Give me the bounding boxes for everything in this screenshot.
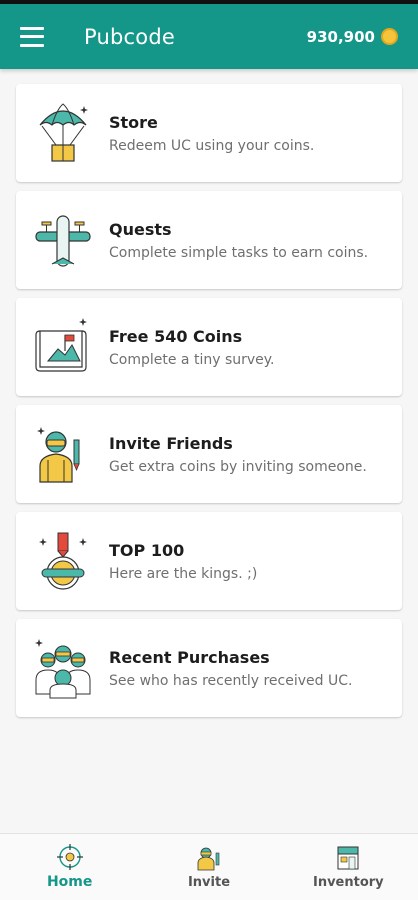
quests-card[interactable]: Quests Complete simple tasks to earn coi…: [16, 191, 402, 289]
nav-invite[interactable]: Invite: [139, 834, 278, 900]
coin-count: 930,900: [306, 27, 375, 46]
card-title: TOP 100: [109, 540, 185, 560]
menu-list: Store Redeem UC using your coins. Quests…: [0, 69, 418, 717]
card-title: Quests: [109, 219, 172, 239]
airplane-icon: [35, 215, 91, 267]
app-bar: Pubcode 930,900: [0, 4, 418, 69]
bottom-navigation: Home Invite Inventory: [0, 833, 418, 900]
menu-icon[interactable]: [20, 26, 44, 47]
card-title: Free 540 Coins: [109, 326, 243, 346]
app-title: Pubcode: [84, 24, 175, 49]
card-subtitle: See who has recently received UC.: [109, 672, 353, 689]
nav-label: Home: [46, 874, 93, 890]
card-title: Recent Purchases: [109, 647, 270, 667]
nav-label: Invite: [187, 874, 231, 890]
coin-balance: 930,900: [307, 28, 398, 46]
card-subtitle: Complete a tiny survey.: [109, 351, 275, 368]
squad-icon: [35, 639, 91, 699]
top-100-card[interactable]: TOP 100 Here are the kings. ;): [16, 512, 402, 610]
soldier-icon: [37, 427, 80, 483]
medal-icon: [39, 532, 87, 590]
invite-friends-card[interactable]: Invite Friends Get extra coins by inviti…: [16, 405, 402, 503]
card-subtitle: Complete simple tasks to earn coins.: [109, 244, 369, 261]
nav-inventory[interactable]: Inventory: [279, 834, 418, 900]
shop-icon: [337, 846, 359, 869]
free-coins-card[interactable]: Free 540 Coins Complete a tiny survey.: [16, 298, 402, 396]
card-subtitle: Get extra coins by inviting someone.: [109, 458, 367, 475]
nav-label: Inventory: [312, 874, 384, 890]
nav-home[interactable]: Home: [0, 834, 139, 900]
card-subtitle: Here are the kings. ;): [109, 565, 258, 582]
map-flag-icon: [35, 318, 87, 372]
soldier-icon: [197, 847, 220, 870]
crosshair-icon: [56, 844, 83, 870]
card-subtitle: Redeem UC using your coins.: [109, 137, 315, 154]
parachute-crate-icon: [39, 103, 88, 162]
card-title: Store: [109, 112, 158, 132]
recent-purchases-card[interactable]: Recent Purchases See who has recently re…: [16, 619, 402, 717]
coin-icon: [381, 28, 398, 45]
card-title: Invite Friends: [109, 433, 233, 453]
store-card[interactable]: Store Redeem UC using your coins.: [16, 84, 402, 182]
